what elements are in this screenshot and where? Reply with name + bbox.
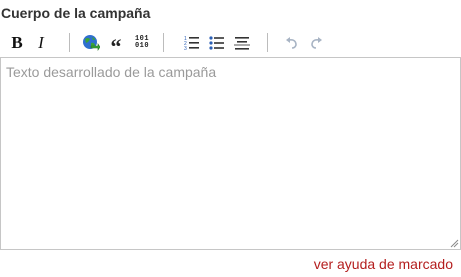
insert-link-button[interactable]: [80, 32, 102, 54]
bold-button-label: B: [11, 33, 23, 52]
toolbar-separator: [69, 33, 70, 52]
code-button[interactable]: 101 010: [131, 32, 153, 54]
blockquote-button[interactable]: “: [105, 32, 127, 58]
editor-area: [0, 57, 461, 250]
italic-button-label: I: [38, 33, 44, 52]
editor-toolbar: B I “ 101 010 1 2 3: [0, 29, 461, 58]
campaign-body-textarea[interactable]: [1, 58, 460, 249]
ordered-list-icon: 1 2 3: [184, 36, 199, 51]
italic-button[interactable]: I: [30, 32, 52, 54]
redo-button[interactable]: [305, 32, 327, 54]
heading-button[interactable]: [231, 32, 253, 54]
toolbar-separator: [163, 33, 164, 52]
undo-button[interactable]: [281, 32, 303, 54]
code-icon-bottom: 010: [134, 42, 150, 50]
redo-icon: [311, 37, 322, 49]
quote-icon: “: [110, 34, 122, 59]
markdown-editor-widget: Cuerpo de la campaña B I “ 101 010 1 2 3…: [0, 0, 461, 277]
resize-handle-icon[interactable]: [449, 238, 459, 248]
svg-text:3: 3: [184, 46, 187, 51]
field-label: Cuerpo de la campaña: [1, 5, 151, 21]
bold-button[interactable]: B: [6, 32, 28, 54]
heading-icon: [234, 37, 250, 50]
globe-link-icon: [83, 35, 100, 51]
unordered-list-icon: [209, 36, 224, 50]
ordered-list-button[interactable]: 1 2 3: [181, 32, 203, 54]
unordered-list-button[interactable]: [206, 32, 228, 54]
toolbar-separator: [267, 33, 268, 52]
undo-icon: [286, 37, 297, 49]
markup-help-link[interactable]: ver ayuda de marcado: [314, 256, 453, 272]
